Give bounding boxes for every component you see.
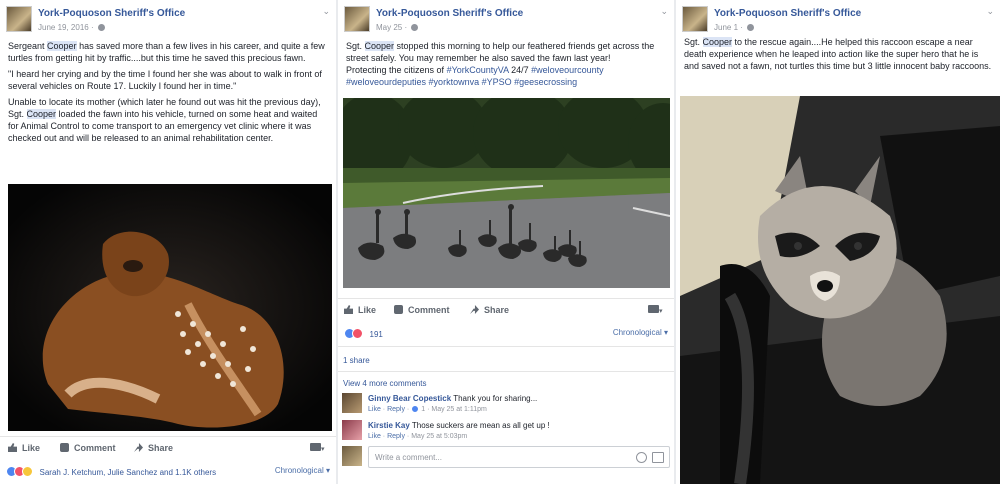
- post-header: York-Poquoson Sheriff's Office June 19, …: [0, 0, 336, 38]
- like-button[interactable]: Like: [8, 443, 40, 453]
- share-icon: [134, 443, 143, 452]
- reactions-bar[interactable]: Sarah J. Ketchum, Julie Sanchez and 1.1K…: [6, 466, 330, 482]
- divider: [338, 346, 674, 347]
- comment-author[interactable]: Kirstie Kay: [368, 421, 410, 430]
- globe-icon: [747, 24, 755, 31]
- post-geese: York-Poquoson Sheriff's Office May 25 · …: [338, 0, 674, 484]
- page-avatar[interactable]: [6, 6, 32, 32]
- comment-order-select[interactable]: Chronological ▾: [613, 328, 668, 337]
- haha-reaction-icon: [22, 466, 33, 477]
- hashtag-link[interactable]: #YorkCountyVA: [447, 65, 509, 75]
- avatar[interactable]: [342, 420, 362, 440]
- comment-time[interactable]: May 25 at 5:03pm: [411, 433, 467, 440]
- comment-reply-link[interactable]: Reply: [387, 406, 405, 413]
- post-header: York-Poquoson Sheriff's Office June 1 · …: [676, 0, 1000, 38]
- post-photo-raccoon[interactable]: [680, 96, 1000, 484]
- reactions-summary[interactable]: Sarah J. Ketchum, Julie Sanchez and 1.1K…: [40, 468, 217, 477]
- hashtag-link[interactable]: #weloveourcounty: [531, 65, 604, 75]
- comment-time[interactable]: May 25 at 1:11pm: [431, 406, 487, 413]
- hashtag-link[interactable]: #weloveourdeputies #yorktownva #YPSO #ge…: [346, 77, 577, 87]
- tag-highlight[interactable]: Cooper: [26, 109, 57, 119]
- post-photo-fawn[interactable]: [8, 184, 332, 431]
- love-reaction-icon: [352, 328, 363, 339]
- post-date[interactable]: May 25 ·: [376, 23, 419, 32]
- like-reaction-icon: [411, 405, 420, 413]
- fawn-image: [8, 184, 332, 431]
- thumbs-up-icon: [344, 305, 353, 314]
- post-as-selector[interactable]: ▾: [310, 443, 328, 453]
- page-icon: [310, 443, 321, 451]
- comment-text: Thank you for sharing...: [453, 394, 538, 403]
- page-name-link[interactable]: York-Poquoson Sheriff's Office: [38, 8, 185, 19]
- comment-order-select[interactable]: Chronological ▾: [275, 466, 330, 475]
- comment-button[interactable]: Comment: [394, 305, 450, 315]
- tag-highlight[interactable]: Cooper: [47, 41, 77, 51]
- page-avatar[interactable]: [344, 6, 370, 32]
- comment-item: Ginny Bear Copestick Thank you for shari…: [342, 393, 670, 419]
- shares-link[interactable]: 1 share: [343, 356, 370, 365]
- page-name-link[interactable]: York-Poquoson Sheriff's Office: [376, 8, 523, 19]
- reaction-count[interactable]: 191: [370, 330, 383, 339]
- post-text: Sgt. Cooper to the rescue again....He he…: [684, 37, 992, 71]
- share-button[interactable]: Share: [134, 443, 173, 453]
- emoji-icon[interactable]: [636, 452, 647, 463]
- avatar: [342, 446, 362, 466]
- post-text: Sgt. Cooper stopped this morning to help…: [346, 41, 655, 87]
- post-date[interactable]: June 19, 2016 ·: [38, 23, 105, 32]
- chevron-down-icon[interactable]: ⌄: [660, 6, 668, 17]
- globe-icon: [411, 24, 419, 31]
- chevron-down-icon: ▾: [321, 446, 325, 453]
- comment-placeholder: Write a comment...: [375, 453, 442, 462]
- divider: [338, 371, 674, 372]
- post-date[interactable]: June 1 ·: [714, 23, 755, 32]
- chevron-down-icon[interactable]: ⌄: [986, 6, 994, 17]
- post-actions: Like Comment Share ▾: [0, 436, 336, 460]
- comment-author[interactable]: Ginny Bear Copestick: [368, 394, 451, 403]
- geese-image: [343, 98, 670, 288]
- comment-like-link[interactable]: Like: [368, 433, 381, 440]
- post-photo-geese[interactable]: [343, 98, 670, 288]
- post-actions: Like Comment Share ▾: [338, 298, 674, 322]
- comment-like-count[interactable]: 1: [421, 406, 425, 413]
- page-name-link[interactable]: York-Poquoson Sheriff's Office: [714, 8, 861, 19]
- chevron-down-icon: ▾: [659, 308, 663, 315]
- comment-text: Those suckers are mean as all get up !: [411, 421, 550, 430]
- post-as-selector[interactable]: ▾: [648, 305, 666, 315]
- comment-button[interactable]: Comment: [60, 443, 116, 453]
- share-button[interactable]: Share: [470, 305, 509, 315]
- post-fawn: York-Poquoson Sheriff's Office June 19, …: [0, 0, 336, 484]
- post-text: Sergeant Cooper has saved more than a fe…: [8, 41, 325, 143]
- page-avatar[interactable]: [682, 6, 708, 32]
- comment-input[interactable]: Write a comment...: [368, 446, 670, 468]
- thumbs-up-icon: [8, 443, 17, 452]
- reactions-bar[interactable]: 191 Chronological ▾: [344, 328, 668, 344]
- camera-icon[interactable]: [652, 452, 664, 463]
- page-icon: [648, 305, 659, 313]
- comment-icon: [60, 443, 69, 452]
- comment-icon: [394, 305, 403, 314]
- write-comment-area: Write a comment...: [342, 446, 670, 470]
- globe-icon: [97, 24, 105, 31]
- tag-highlight[interactable]: Cooper: [702, 37, 733, 47]
- comment-item: Kirstie Kay Those suckers are mean as al…: [342, 420, 670, 446]
- comment-reply-link[interactable]: Reply: [387, 433, 405, 440]
- share-icon: [470, 305, 479, 314]
- post-raccoon: York-Poquoson Sheriff's Office June 1 · …: [676, 0, 1000, 484]
- view-more-comments[interactable]: View 4 more comments: [343, 379, 426, 388]
- tag-highlight[interactable]: Cooper: [364, 41, 395, 51]
- avatar[interactable]: [342, 393, 362, 413]
- like-button[interactable]: Like: [344, 305, 376, 315]
- raccoon-image: [680, 96, 1000, 484]
- post-header: York-Poquoson Sheriff's Office May 25 · …: [338, 0, 674, 38]
- chevron-down-icon[interactable]: ⌄: [322, 6, 330, 17]
- comment-like-link[interactable]: Like: [368, 406, 381, 413]
